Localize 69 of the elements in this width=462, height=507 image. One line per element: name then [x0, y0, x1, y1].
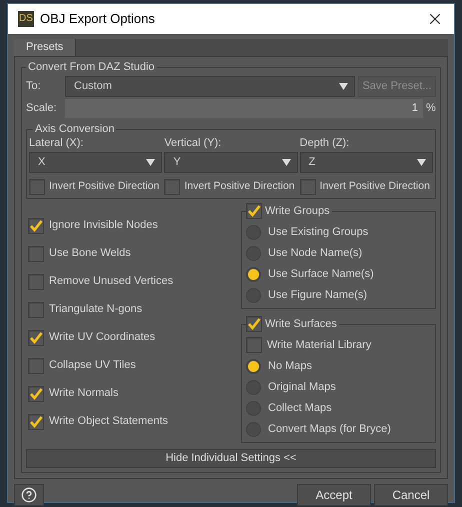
checkbox-label: Invert Positive Direction [49, 178, 160, 194]
axis-dropdown[interactable]: Y [164, 152, 298, 172]
app-logo: DS [18, 11, 34, 27]
axis-dropdown[interactable]: Z [300, 152, 433, 172]
dialog-button[interactable]: Accept [297, 484, 371, 506]
check-icon [29, 386, 43, 400]
checked-checkbox[interactable] [28, 218, 44, 234]
radio-label: Collect Maps [268, 400, 332, 416]
check-icon [29, 218, 43, 232]
window-title: OBJ Export Options [40, 10, 155, 28]
check-icon [247, 204, 261, 218]
group-title: Write Surfaces [265, 316, 337, 332]
axis-label: Lateral (X): [29, 136, 84, 150]
radio-label: Use Existing Groups [268, 224, 368, 240]
radio-label: Use Figure Name(s) [268, 288, 368, 303]
dropdown-arrow-icon [339, 82, 348, 90]
checkbox-label: Write Object Statements [49, 414, 168, 430]
radio-label: Original Maps [268, 380, 336, 395]
checked-checkbox[interactable] [246, 202, 262, 219]
checkbox-label: Collapse UV Tiles [49, 358, 136, 374]
group-title: Convert From DAZ Studio [26, 60, 157, 74]
group-title: Axis Conversion [33, 122, 116, 136]
checkbox-label: Write Normals [49, 386, 118, 402]
group-title: Write Groups [265, 204, 330, 218]
radio-button[interactable] [246, 358, 261, 374]
checkbox[interactable] [246, 337, 262, 353]
tab[interactable]: Presets [14, 39, 76, 56]
checkbox-label: Write Material Library [267, 338, 372, 353]
checkbox[interactable] [29, 178, 45, 194]
checked-checkbox[interactable] [28, 330, 44, 346]
scale-field[interactable]: 1 [65, 98, 423, 118]
unit-label: % [426, 100, 436, 116]
checkbox-label: Write UV Coordinates [49, 330, 156, 346]
checkbox[interactable] [28, 358, 44, 374]
checkbox[interactable] [300, 178, 316, 194]
checkbox-label: Remove Unused Vertices [49, 274, 174, 290]
help-icon [21, 486, 37, 502]
checked-checkbox[interactable] [28, 386, 44, 402]
axis-label: Depth (Z): [300, 136, 350, 150]
check-icon [247, 316, 261, 331]
check-icon [29, 414, 43, 428]
radio-label: No Maps [268, 358, 312, 374]
checkbox[interactable] [28, 302, 44, 318]
hide-settings-button[interactable]: Hide Individual Settings << [26, 448, 436, 468]
checkbox-label: Invert Positive Direction [320, 178, 430, 194]
checkbox[interactable] [164, 178, 180, 194]
checked-checkbox[interactable] [28, 414, 44, 430]
dialog-button[interactable]: Cancel [374, 484, 448, 506]
radio-label: Use Node Name(s) [268, 246, 362, 261]
radio-button[interactable] [246, 266, 261, 282]
checkbox-label: Triangulate N-gons [49, 302, 142, 318]
preset-dropdown[interactable]: Custom [65, 76, 355, 96]
radio-label: Use Surface Name(s) [268, 266, 374, 282]
radio-label: Convert Maps (for Bryce) [268, 422, 391, 437]
checked-checkbox[interactable] [246, 316, 262, 332]
checkbox-label: Ignore Invisible Nodes [49, 218, 158, 234]
axis-dropdown[interactable]: X [29, 152, 162, 172]
check-icon [29, 330, 43, 344]
checkbox[interactable] [28, 274, 44, 290]
checkbox[interactable] [28, 246, 44, 262]
checkbox-label: Invert Positive Direction [184, 178, 295, 194]
field-label: Scale: [26, 100, 58, 116]
checkbox-label: Use Bone Welds [49, 246, 131, 262]
axis-label: Vertical (Y): [164, 136, 222, 150]
dropdown-arrow-icon [416, 158, 426, 166]
dropdown-arrow-icon [282, 158, 291, 166]
field-label: To: [26, 78, 42, 94]
help-button[interactable] [14, 484, 44, 506]
dropdown-arrow-icon [146, 158, 156, 166]
